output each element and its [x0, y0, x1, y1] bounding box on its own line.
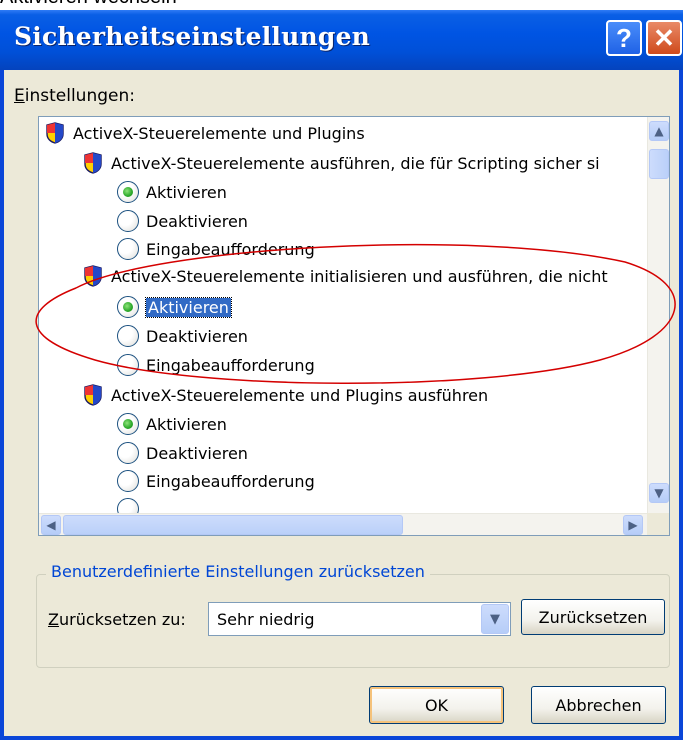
radio-group2-aktivieren[interactable]: Aktivieren	[117, 293, 232, 321]
tree-item-group3[interactable]: ActiveX-Steuerelemente und Plugins ausfü…	[83, 381, 488, 409]
close-button[interactable]: ✕	[646, 20, 682, 56]
radio-group1-eingabeaufforderung[interactable]: Eingabeaufforderung	[117, 235, 315, 263]
ok-button[interactable]: OK	[369, 686, 504, 724]
dialog-title: Sicherheitseinstellungen	[14, 22, 371, 51]
tree-item-label: ActiveX-Steuerelemente ausführen, die fü…	[111, 153, 600, 173]
shield-icon	[84, 384, 102, 406]
radio-group2-eingabeaufforderung[interactable]: Eingabeaufforderung	[117, 351, 315, 379]
close-icon: ✕	[653, 22, 675, 53]
radio-label: Deaktivieren	[146, 326, 248, 346]
scrollbar-corner	[647, 513, 669, 535]
tree-item-root[interactable]: ActiveX-Steuerelemente und Plugins	[45, 119, 365, 147]
reset-level-dropdown[interactable]: Sehr niedrig ▼	[208, 602, 511, 636]
scroll-up-button[interactable]: ▲	[649, 121, 669, 141]
radio-icon	[117, 470, 139, 492]
radio-checked-icon	[117, 413, 139, 435]
cancel-button[interactable]: Abbrechen	[531, 686, 666, 724]
page-caption: Aktivieren wechseln	[0, 0, 177, 9]
radio-group3-deaktivieren[interactable]: Deaktivieren	[117, 439, 248, 467]
reset-to-label: Zurücksetzen zu:	[48, 610, 186, 629]
radio-label: Aktivieren	[146, 182, 227, 202]
reset-level-value: Sehr niedrig	[217, 610, 315, 629]
tree-item-group2[interactable]: ActiveX-Steuerelemente initialisieren un…	[83, 262, 608, 290]
radio-icon	[117, 325, 139, 347]
chevron-right-icon: ▶	[628, 518, 638, 532]
radio-icon	[117, 354, 139, 376]
radio-label: Deaktivieren	[146, 443, 248, 463]
chevron-up-icon: ▲	[654, 124, 664, 138]
tree-item-group1[interactable]: ActiveX-Steuerelemente ausführen, die fü…	[83, 149, 600, 177]
radio-label-selected: Aktivieren	[145, 296, 232, 318]
settings-tree[interactable]: ActiveX-Steuerelemente und Plugins Activ…	[38, 116, 670, 536]
scroll-down-button[interactable]: ▼	[649, 483, 669, 503]
tree-item-label: ActiveX-Steuerelemente und Plugins ausfü…	[111, 385, 489, 405]
shield-icon	[84, 152, 102, 174]
radio-checked-icon	[117, 296, 139, 318]
scroll-right-button[interactable]: ▶	[623, 515, 643, 535]
chevron-down-icon: ▼	[490, 611, 500, 627]
horizontal-scroll-thumb[interactable]	[63, 515, 403, 535]
tree-item-label: ActiveX-Steuerelemente und Plugins	[73, 123, 365, 143]
radio-label: Eingabeaufforderung	[146, 239, 315, 259]
radio-group1-deaktivieren[interactable]: Deaktivieren	[117, 207, 248, 235]
settings-label: Einstellungen:	[14, 86, 135, 106]
vertical-scroll-thumb[interactable]	[649, 149, 669, 179]
radio-group1-aktivieren[interactable]: Aktivieren	[117, 178, 227, 206]
radio-checked-icon	[117, 181, 139, 203]
radio-icon	[117, 442, 139, 464]
chevron-down-icon: ▼	[654, 486, 664, 500]
radio-label: Eingabeaufforderung	[146, 471, 315, 491]
horizontal-scrollbar[interactable]: ◀ ▶	[39, 513, 647, 535]
scroll-left-button[interactable]: ◀	[41, 515, 61, 535]
radio-label: Aktivieren	[146, 414, 227, 434]
help-button[interactable]: ?	[606, 20, 642, 56]
shield-icon	[46, 122, 64, 144]
radio-group2-deaktivieren[interactable]: Deaktivieren	[117, 322, 248, 350]
radio-group3-aktivieren[interactable]: Aktivieren	[117, 410, 227, 438]
custom-reset-legend: Benutzerdefinierte Einstellungen zurücks…	[46, 562, 430, 581]
shield-icon	[84, 265, 102, 287]
radio-group3-eingabeaufforderung[interactable]: Eingabeaufforderung	[117, 467, 315, 495]
radio-icon	[117, 210, 139, 232]
dropdown-button[interactable]: ▼	[481, 604, 509, 634]
radio-label: Deaktivieren	[146, 211, 248, 231]
reset-button[interactable]: Zurücksetzen	[521, 599, 665, 635]
radio-label: Eingabeaufforderung	[146, 355, 315, 375]
help-icon: ?	[616, 22, 632, 53]
chevron-left-icon: ◀	[46, 518, 56, 532]
vertical-scrollbar[interactable]: ▲ ▼	[647, 117, 669, 513]
radio-icon	[117, 238, 139, 260]
tree-item-label: ActiveX-Steuerelemente initialisieren un…	[111, 266, 608, 286]
